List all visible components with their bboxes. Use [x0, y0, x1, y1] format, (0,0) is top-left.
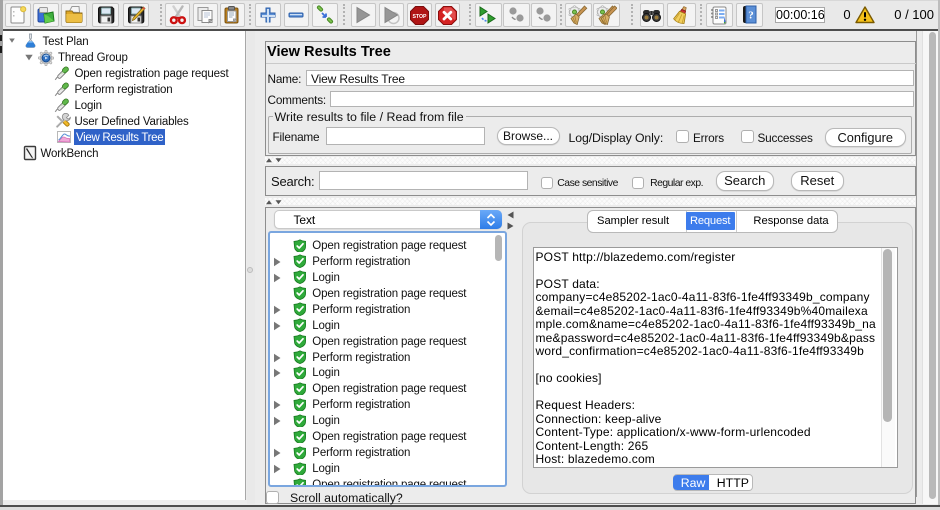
svg-text:STOP: STOP	[412, 14, 427, 20]
svg-text:?: ?	[748, 9, 754, 21]
